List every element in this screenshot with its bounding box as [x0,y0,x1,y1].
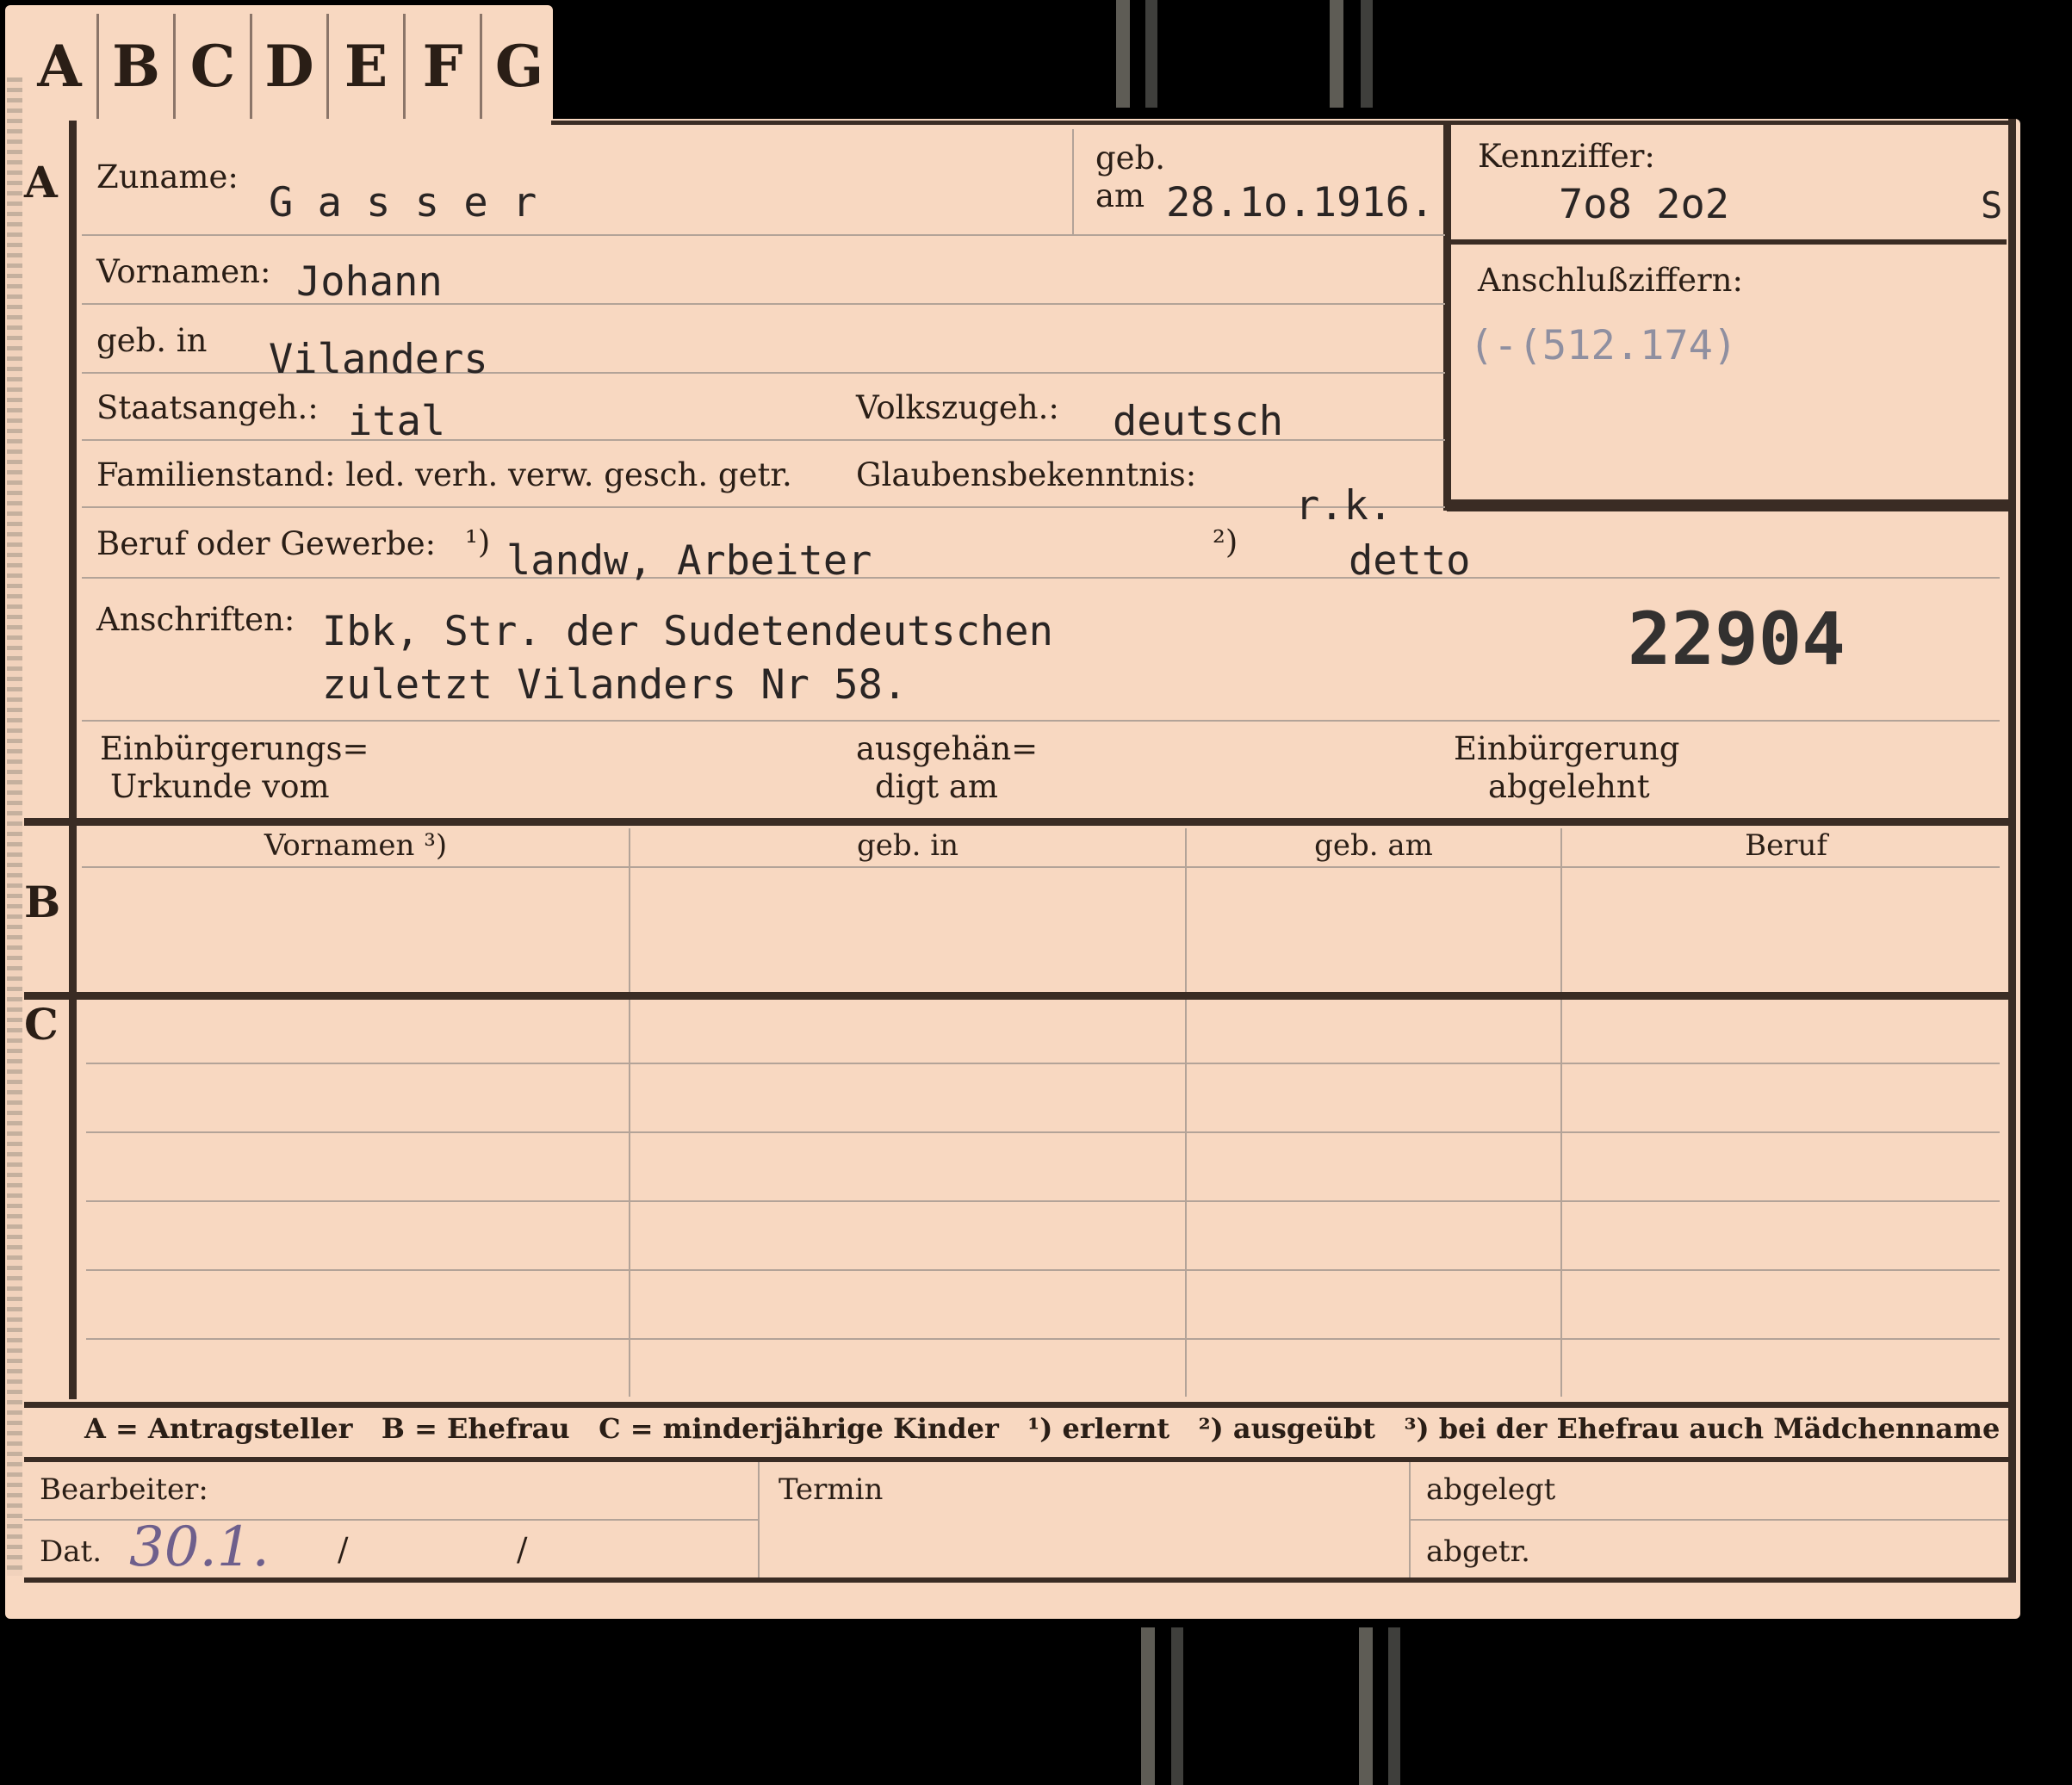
line-anschriften [82,720,2000,722]
frame-top-border [551,121,2015,125]
binder-ring-bottom-right [1359,1627,1373,1785]
label-glaubensbekenntnis: Glaubensbekenntnis: [856,456,1197,493]
label-abgelegt: abgelegt [1426,1472,1556,1507]
label-einbuergerungs-urkunde-1: Einbürgerungs= [100,730,369,767]
line-vornamen [82,303,1445,305]
c-row-line-3 [86,1200,2000,1202]
tab-g[interactable]: G [482,14,556,119]
binder-ring-top-left-2 [1145,0,1157,108]
binder-ring-top-right-2 [1361,0,1373,108]
col-divider-1 [629,828,630,1397]
value-volkszugeh: deutsch [1113,398,1284,445]
label-einbuergerung-abgelehnt-1: Einbürgerung [1454,730,1680,767]
c-row-line-1 [86,1063,2000,1064]
line-beruf [82,577,2000,579]
label-einbuergerung-abgelehnt-2: abgelehnt [1488,768,1650,805]
kennziffer-box-divider [1447,239,2007,245]
footnote-2: ²) [1213,524,1238,561]
label-abgetr: abgetr. [1426,1534,1530,1569]
label-bearbeiter: Bearbeiter: [40,1472,208,1507]
value-vornamen: Johann [296,258,443,306]
table-header-line [82,866,2000,868]
label-zuname: Zuname: [96,158,239,195]
value-kennziffer-suffix: S [1981,184,2003,226]
column-header-geb-am: geb. am [1314,828,1433,863]
value-glaubensbekenntnis: r.k. [1295,482,1393,530]
label-beruf: Beruf oder Gewerbe: [96,525,437,562]
dat-slash-1: / [338,1531,349,1568]
tab-f[interactable]: F [406,14,482,119]
value-dat-handwritten: 30.1. [129,1515,270,1579]
value-beruf-ausgeuebt: detto [1349,537,1471,585]
value-anschrift-line-1: Ibk, Str. der Sudetendeutschen [322,608,1053,655]
kennziffer-box-left [1443,125,1451,511]
column-header-geb-in: geb. in [856,828,959,863]
binder-ring-top-right [1330,0,1343,108]
value-anschlussziffern: (-(512.174) [1469,322,1738,369]
label-familienstand: Familienstand: led. verh. verw. gesch. g… [96,456,792,493]
value-geb-in: Vilanders [269,336,488,383]
tab-b[interactable]: B [99,14,176,119]
index-tab-strip: A B C D E F G [5,5,553,126]
section-a-label: A [24,157,58,208]
label-vornamen: Vornamen: [96,253,271,290]
tab-a[interactable]: A [22,14,99,119]
label-am: am [1095,177,1145,214]
label-ausgehaendigt-2: digt am [875,768,998,805]
label-ausgehaendigt-1: ausgehän= [856,730,1039,767]
c-row-line-2 [86,1131,2000,1133]
value-geb-am: 28.1o.1916. [1166,179,1435,226]
section-b-bottom [24,992,2012,1000]
section-b-label: B [24,877,61,927]
tab-e[interactable]: E [329,14,406,119]
label-staatsangeh: Staatsangeh.: [96,389,319,426]
line-familienstand [82,506,1445,508]
binder-ring-bottom-left [1141,1627,1155,1785]
binder-ring-bottom-right-2 [1388,1627,1400,1785]
perforation-edge [7,77,22,1576]
footer-mid-line-right [1411,1519,2008,1521]
legend-bottom [24,1457,2012,1462]
section-c-bottom [24,1402,2012,1408]
footnote-1: ¹) [465,524,491,561]
kennziffer-box-bottom [1447,499,2008,511]
value-beruf-erlernt: landw, Arbeiter [506,537,872,585]
c-row-line-4 [86,1269,2000,1271]
label-volkszugeh: Volkszugeh.: [856,389,1059,426]
footer-divider-2 [1409,1462,1411,1581]
value-kennziffer: 7o8 2o2 [1559,181,1730,228]
divider-geb [1072,129,1074,234]
c-row-line-5 [86,1338,2000,1340]
frame-left-border [69,121,77,1399]
value-anschrift-line-2: zuletzt Vilanders Nr 58. [322,661,908,709]
col-divider-3 [1560,828,1562,1397]
label-anschriften: Anschriften: [96,601,295,638]
stamp-number: 22904 [1628,597,1846,681]
column-header-vornamen: Vornamen ³) [264,828,448,863]
line-zuname [82,234,1445,236]
legend-text: A = Antragsteller B = Ehefrau C = minder… [84,1412,2001,1445]
label-geb-in: geb. in [96,322,208,359]
footer-bottom [24,1577,2012,1583]
section-a-bottom [24,818,2012,826]
value-zuname: G a s s e r [269,179,537,226]
label-termin: Termin [779,1472,884,1507]
label-anschlussziffern: Anschlußziffern: [1478,262,1743,299]
binder-ring-top-left [1116,0,1130,108]
label-dat: Dat. [40,1534,102,1569]
col-divider-2 [1185,828,1187,1397]
value-staatsangeh: ital [348,398,446,445]
column-header-beruf: Beruf [1745,828,1827,863]
label-einbuergerungs-urkunde-2: Urkunde vom [110,768,330,805]
footer-divider-1 [758,1462,760,1581]
label-kennziffer: Kennziffer: [1478,138,1655,175]
section-c-label: C [24,999,59,1050]
tab-d[interactable]: D [252,14,329,119]
label-geb: geb. [1095,139,1166,177]
tab-c[interactable]: C [176,14,252,119]
binder-ring-bottom-left-2 [1171,1627,1183,1785]
dat-slash-2: / [517,1531,528,1568]
